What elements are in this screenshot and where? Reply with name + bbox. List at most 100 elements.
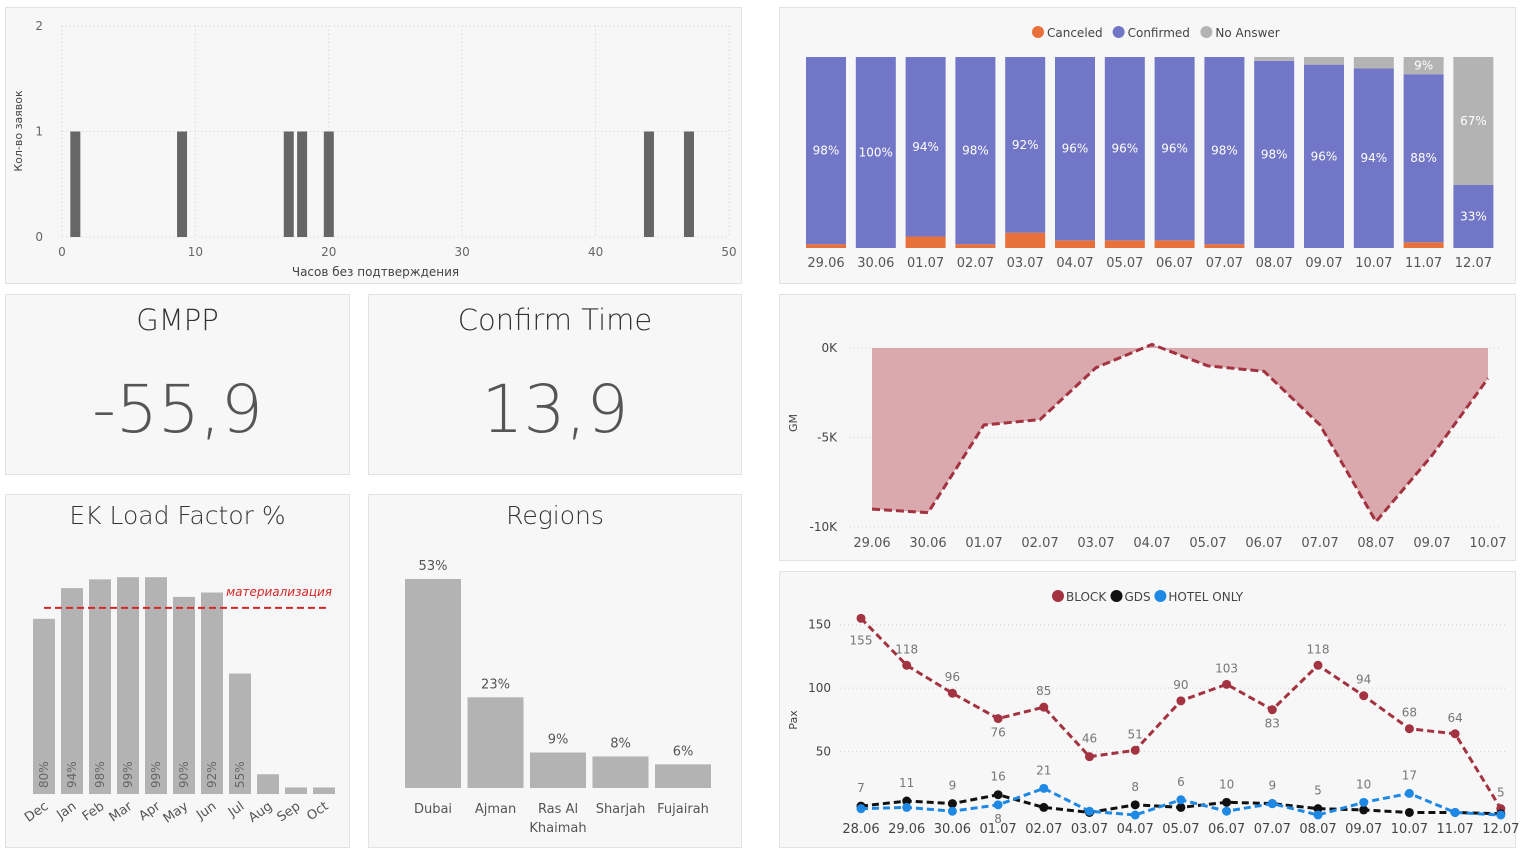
region-bar	[592, 756, 649, 788]
y-axis-title: GM	[787, 414, 800, 432]
pax-point	[1496, 810, 1506, 820]
pax-point	[1222, 797, 1232, 807]
pax-point-label: 11	[899, 776, 914, 790]
pax-point	[856, 613, 866, 623]
stacked-segment-canceled	[1005, 232, 1046, 248]
y-tick-label: 0K	[821, 341, 838, 355]
pax-point-label: 85	[1036, 684, 1051, 698]
pax-point-label: 9	[1268, 779, 1276, 793]
stacked-category: 10.07	[1355, 256, 1392, 271]
pax-point-label: 76	[990, 726, 1005, 740]
x-tick-label: 40	[588, 245, 603, 259]
pax-point-label: 10	[1219, 777, 1234, 791]
stacked-category: 12.07	[1455, 256, 1492, 271]
pax-point	[856, 804, 866, 814]
load-factor-category: Jul	[225, 799, 247, 821]
x-tick-label: 07.07	[1254, 822, 1291, 837]
x-tick-label: 12.07	[1482, 822, 1519, 837]
region-bar-label: 23%	[481, 677, 510, 692]
confirm-time-title: Confirm Time	[457, 303, 653, 337]
load-factor-category: Jun	[193, 799, 219, 824]
y-tick-label: 150	[808, 618, 831, 632]
confirm-time-card: Confirm Time 13,9	[368, 294, 742, 475]
pax-point	[1085, 806, 1094, 816]
stacked-category: 30.06	[857, 256, 894, 271]
y-axis-title: Pax	[787, 710, 800, 730]
load-factor-category: Oct	[304, 799, 331, 824]
stacked-category: 02.07	[957, 256, 994, 271]
pax-point	[1450, 729, 1460, 739]
stacked-category: 05.07	[1106, 256, 1143, 271]
load-factor-bar-label: 90%	[177, 761, 191, 788]
pax-point-label: 51	[1128, 727, 1143, 741]
load-factor-panel: EK Load Factor % 80% Dec 94% Jan 98% Feb 99% Ma…	[5, 494, 350, 848]
region-bar	[530, 752, 586, 788]
load-factor-category: Jan	[53, 799, 79, 823]
x-tick-label: 01.07	[979, 822, 1016, 837]
histogram-bar	[683, 131, 694, 237]
legend-marker	[1200, 26, 1213, 38]
histogram-bar	[323, 131, 334, 237]
pax-point-label: 64	[1447, 711, 1462, 725]
stacked-label: 96%	[1161, 142, 1188, 156]
gmpp-title: GMPP	[136, 303, 219, 337]
gmpp-value: -55,9	[92, 371, 263, 448]
legend-label: GDS	[1125, 590, 1151, 604]
load-factor-category: Feb	[80, 799, 107, 824]
region-category: Ras Al	[538, 802, 578, 817]
stacked-segment-canceled	[905, 236, 946, 248]
region-category: Fujairah	[657, 802, 709, 817]
y-tick-label: 0	[35, 230, 43, 244]
x-tick-label: 0	[58, 245, 66, 259]
pax-point	[1222, 806, 1232, 816]
stacked-label: 98%	[813, 144, 840, 158]
load-factor-bar-label: 55%	[233, 761, 247, 788]
x-tick-label: 04.07	[1133, 536, 1170, 551]
materialization-label: материализация	[226, 585, 332, 599]
gm-area-panel: 0K -5K -10K 29.06 30.06 01.07 02.07 03.07 04.07 0…	[779, 294, 1516, 561]
pax-point-label: 17	[1402, 768, 1417, 782]
stacked-label: 88%	[1410, 151, 1437, 165]
stacked-label: 67%	[1460, 114, 1487, 128]
pax-point	[1267, 799, 1277, 809]
pax-point	[1130, 810, 1140, 820]
x-tick-label: 09.07	[1413, 536, 1450, 551]
pax-point-label: 68	[1402, 706, 1417, 720]
region-category: Khaimah	[529, 821, 586, 836]
pax-point	[993, 714, 1003, 724]
x-tick-label: 02.07	[1021, 536, 1058, 551]
stacked-category: 03.07	[1007, 256, 1044, 271]
legend-marker	[1052, 590, 1064, 602]
stacked-label: 96%	[1062, 142, 1089, 156]
pax-point	[1130, 745, 1140, 755]
stacked-segment-no-answer	[1304, 57, 1344, 65]
stacked-category: 08.07	[1256, 256, 1293, 271]
pax-point-label: 118	[895, 642, 918, 656]
stacked-category: 07.07	[1206, 256, 1243, 271]
pax-point	[1359, 691, 1369, 701]
pax-point-label: 103	[1215, 661, 1238, 675]
y-tick-label: -5K	[817, 431, 838, 445]
stacked-label: 33%	[1460, 209, 1487, 223]
pax-point-label: 118	[1307, 642, 1330, 656]
pax-point	[1313, 810, 1323, 820]
x-tick-label: 30.06	[934, 822, 971, 837]
y-tick-label: 2	[35, 19, 43, 33]
x-axis-title: Часов без подтверждения	[292, 265, 459, 279]
stacked-label: 9%	[1414, 59, 1433, 73]
gmpp-card: GMPP -55,9	[5, 294, 350, 475]
pax-point-label: 96	[945, 670, 960, 684]
pax-point-label: 6	[1177, 775, 1185, 789]
y-axis-title: Кол-во заявок	[12, 90, 25, 172]
x-tick-label: 04.07	[1117, 822, 1154, 837]
pax-point	[993, 790, 1003, 800]
pax-point-label: 10	[1356, 777, 1371, 791]
load-factor-bar-label: 99%	[121, 761, 135, 788]
x-tick-label: 30.06	[909, 536, 946, 551]
histogram-bar	[70, 131, 81, 237]
pax-point	[1359, 797, 1369, 807]
gm-area-chart: 0K -5K -10K 29.06 30.06 01.07 02.07 03.07 04.07 0…	[787, 341, 1507, 551]
x-tick-label: 29.06	[853, 536, 890, 551]
pax-point	[1404, 724, 1414, 734]
pax-point	[1404, 807, 1414, 817]
